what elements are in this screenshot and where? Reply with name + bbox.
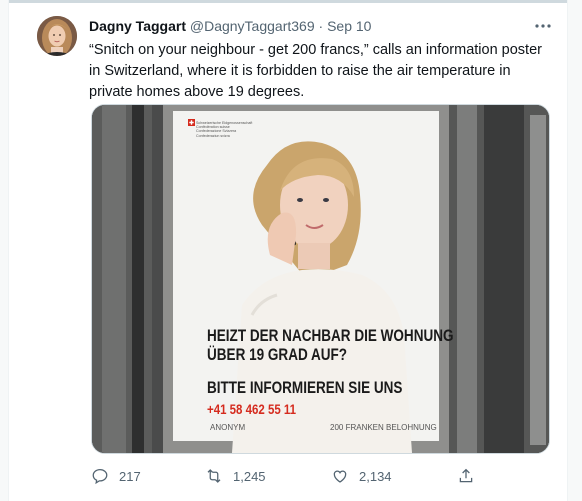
retweet-icon [207,469,221,483]
share-button[interactable] [457,466,485,486]
header-separator: · [318,18,324,34]
poster-agency-text: Schweizerische Eidgenossenschaft Confédé… [196,121,252,138]
window-top-edge [0,0,582,3]
share-icon [459,468,473,483]
retweet-count: 1,245 [233,468,266,484]
like-count: 2,134 [359,468,392,484]
author-name[interactable]: Dagny Taggart [89,18,186,34]
reply-button[interactable]: 217 [91,466,141,486]
poster-reward: 200 FRANKEN BELOHNUNG [330,423,437,432]
avatar-image [37,16,77,56]
tweet-header: Dagny Taggart @DagnyTaggart369 · Sep 10 [89,18,542,38]
tweet-media-photo[interactable]: Schweizerische Eidgenossenschaft Confédé… [91,104,550,454]
avatar[interactable] [37,16,77,56]
poster-headline-line1: HEIZT DER NACHBAR DIE WOHNUNG [207,327,454,345]
tweet-actions: 217 1,245 2,134 [91,466,551,486]
reply-count: 217 [119,468,141,484]
retweet-button[interactable]: 1,245 [205,466,266,486]
poster-anonymous: ANONYM [210,423,246,432]
agency-line: Confederaziun svizra [196,133,230,138]
like-icon [333,470,347,483]
more-icon [535,24,551,28]
like-button[interactable]: 2,134 [331,466,392,486]
author-handle[interactable]: @DagnyTaggart369 [190,18,315,34]
tweet-text: “Snitch on your neighbour - get 200 fran… [89,42,542,100]
right-panel-edge [567,0,582,501]
left-panel-edge [0,0,9,501]
poster-cta: BITTE INFORMIEREN SIE UNS [207,379,403,397]
tweet-date[interactable]: Sep 10 [327,18,371,34]
poster-phone: +41 58 462 55 11 [207,401,297,417]
poster-headline-line2: ÜBER 19 GRAD AUF? [207,346,348,364]
poster-headline-block: HEIZT DER NACHBAR DIE WOHNUNG ÜBER 19 GR… [207,327,454,417]
more-options-button[interactable] [532,15,554,37]
reply-icon [92,468,108,485]
